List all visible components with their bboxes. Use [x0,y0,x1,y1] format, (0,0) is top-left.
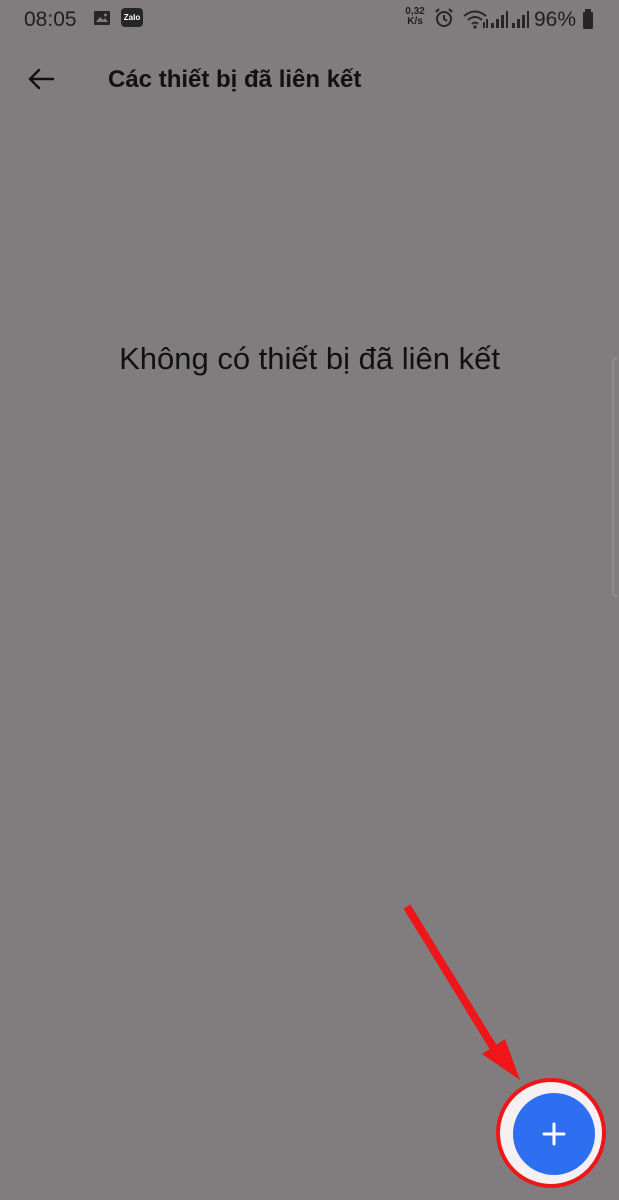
plus-icon [542,1122,566,1146]
app-bar: Các thiết bị đã liên kết [0,48,619,110]
alarm-icon [433,7,455,29]
status-time: 08:05 [24,8,77,31]
battery-percentage: 96% [534,8,577,31]
back-arrow-icon [28,68,55,90]
annotation-arrow [403,904,520,1080]
network-speed: 0,32 K/s [401,7,429,31]
scroll-indicator [612,357,617,597]
zalo-icon: Zalo [121,8,143,27]
page-title: Các thiết bị đã liên kết [108,66,362,93]
add-device-button[interactable] [513,1093,595,1175]
gallery-icon [93,10,111,26]
status-bar: 08:05 Zalo 0,32 K/s 96% [0,0,619,38]
wifi-icon [461,8,489,30]
network-speed-unit: K/s [407,16,423,27]
signal-icon [511,8,529,30]
battery-icon [582,8,594,30]
back-button[interactable] [22,60,60,98]
signal-icon [490,8,508,30]
empty-state-message: Không có thiết bị đã liên kết [119,341,500,376]
